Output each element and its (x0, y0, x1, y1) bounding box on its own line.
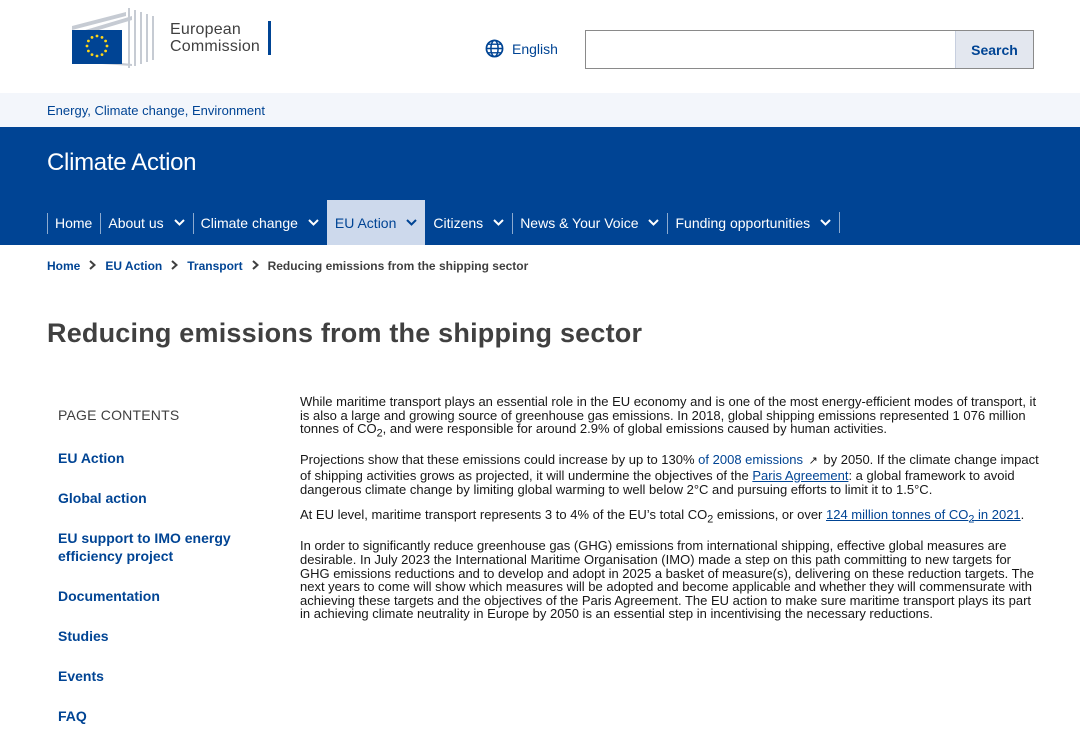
menu-item-citizens[interactable]: Citizens (425, 200, 512, 245)
site-group-link[interactable]: Energy, Climate change, Environment (47, 103, 265, 118)
menu-item-label: Home (55, 214, 93, 231)
p1-text-after: , and were responsible for around 2.9% o… (382, 421, 888, 437)
menu-item-label: News & Your Voice (520, 214, 639, 231)
site-header-band: Climate Action Home About us Climate cha… (0, 127, 1080, 245)
search-button[interactable]: Search (955, 31, 1033, 68)
menu-item-eu-action[interactable]: EU Action (326, 200, 426, 245)
chevron-down-icon[interactable] (173, 217, 185, 229)
chevron-down-icon[interactable] (406, 217, 418, 229)
menu-item-label: Citizens (433, 214, 484, 231)
toc-item-eu-action[interactable]: EU Action (58, 449, 258, 467)
menu-item-news-your-voice[interactable]: News & Your Voice (512, 200, 667, 245)
chevron-down-icon[interactable] (820, 217, 831, 229)
main-menu: Home About us Climate change EU Action C… (47, 200, 841, 245)
menu-item-home[interactable]: Home (47, 200, 100, 245)
toc-item-documentation[interactable]: Documentation (58, 587, 258, 605)
breadcrumb-item-home[interactable]: Home (47, 259, 80, 273)
page-contents-sidebar: PAGE CONTENTS EU Action Global action EU… (58, 407, 258, 747)
main-content: While maritime transport plays an essent… (300, 395, 1040, 633)
p3-text-after: . (1020, 507, 1025, 523)
chevron-right-icon (171, 259, 179, 273)
chevron-down-icon[interactable] (648, 217, 660, 229)
breadcrumb-item-eu-action[interactable]: EU Action (105, 259, 162, 273)
globe-icon (485, 39, 504, 58)
language-label: English (512, 40, 558, 57)
link-124-million-tonnes[interactable]: 124 million tonnes of CO2 in 2021 (826, 507, 1021, 526)
ec-flag-logo-icon (72, 8, 154, 68)
menu-divider (839, 212, 841, 233)
breadcrumb: Home EU Action Transport Reducing emissi… (47, 259, 528, 273)
logo-line2: Commission (170, 38, 261, 55)
ec-logo[interactable]: European Commission (46, 8, 272, 68)
menu-item-label: Climate change (200, 214, 298, 231)
paragraph-2: Projections show that these emissions co… (300, 453, 1040, 496)
site-group-bar: Energy, Climate change, Environment (0, 93, 1080, 127)
menu-item-label: Funding opportunities (675, 214, 811, 231)
paragraph-4: In order to significantly reduce greenho… (300, 538, 1034, 622)
p3-text-before: At EU level, maritime transport represen… (300, 507, 708, 523)
toc-item-global-action[interactable]: Global action (58, 489, 258, 507)
site-title[interactable]: Climate Action (47, 149, 197, 177)
paragraph-3: At EU level, maritime transport represen… (300, 508, 1040, 527)
chevron-right-icon (89, 259, 97, 273)
toc-item-faq[interactable]: FAQ (58, 707, 258, 725)
menu-item-label: About us (108, 214, 164, 231)
logo-line1: European (170, 21, 241, 38)
search-input[interactable] (586, 31, 955, 68)
menu-item-label: EU Action (334, 214, 397, 231)
link-text-b: in 2021 (974, 507, 1021, 523)
page-title: Reducing emissions from the shipping sec… (47, 318, 643, 348)
link-2008-emissions[interactable]: of 2008 emissions (698, 452, 803, 467)
menu-item-about-us[interactable]: About us (100, 200, 192, 245)
menu-item-climate-change[interactable]: Climate change (192, 200, 327, 245)
toc-item-eu-support-imo[interactable]: EU support to IMO energy efficiency proj… (58, 529, 258, 565)
chevron-down-icon[interactable] (493, 217, 504, 229)
page-contents-heading: PAGE CONTENTS (58, 407, 180, 423)
toc-item-events[interactable]: Events (58, 667, 258, 685)
ec-logo-text: European Commission (170, 21, 260, 55)
breadcrumb-item-transport[interactable]: Transport (187, 259, 242, 273)
toc-item-studies[interactable]: Studies (58, 627, 258, 645)
site-header: European Commission English Search (0, 0, 1080, 93)
menu-item-funding-opportunities[interactable]: Funding opportunities (667, 200, 839, 245)
p2-text-before: Projections show that these emissions co… (300, 452, 699, 468)
language-selector[interactable]: English (485, 39, 558, 58)
search-box: Search (585, 30, 1034, 69)
link-text-a: 124 million tonnes of CO (826, 507, 969, 523)
external-link-icon[interactable]: ↗ (809, 455, 818, 467)
paragraph-1: While maritime transport plays an essent… (300, 395, 1040, 441)
p3-text-middle: emissions, or over (713, 507, 826, 523)
logo-divider (268, 21, 272, 55)
chevron-down-icon[interactable] (308, 217, 319, 229)
breadcrumb-current: Reducing emissions from the shipping sec… (267, 259, 529, 273)
chevron-right-icon (251, 259, 259, 273)
